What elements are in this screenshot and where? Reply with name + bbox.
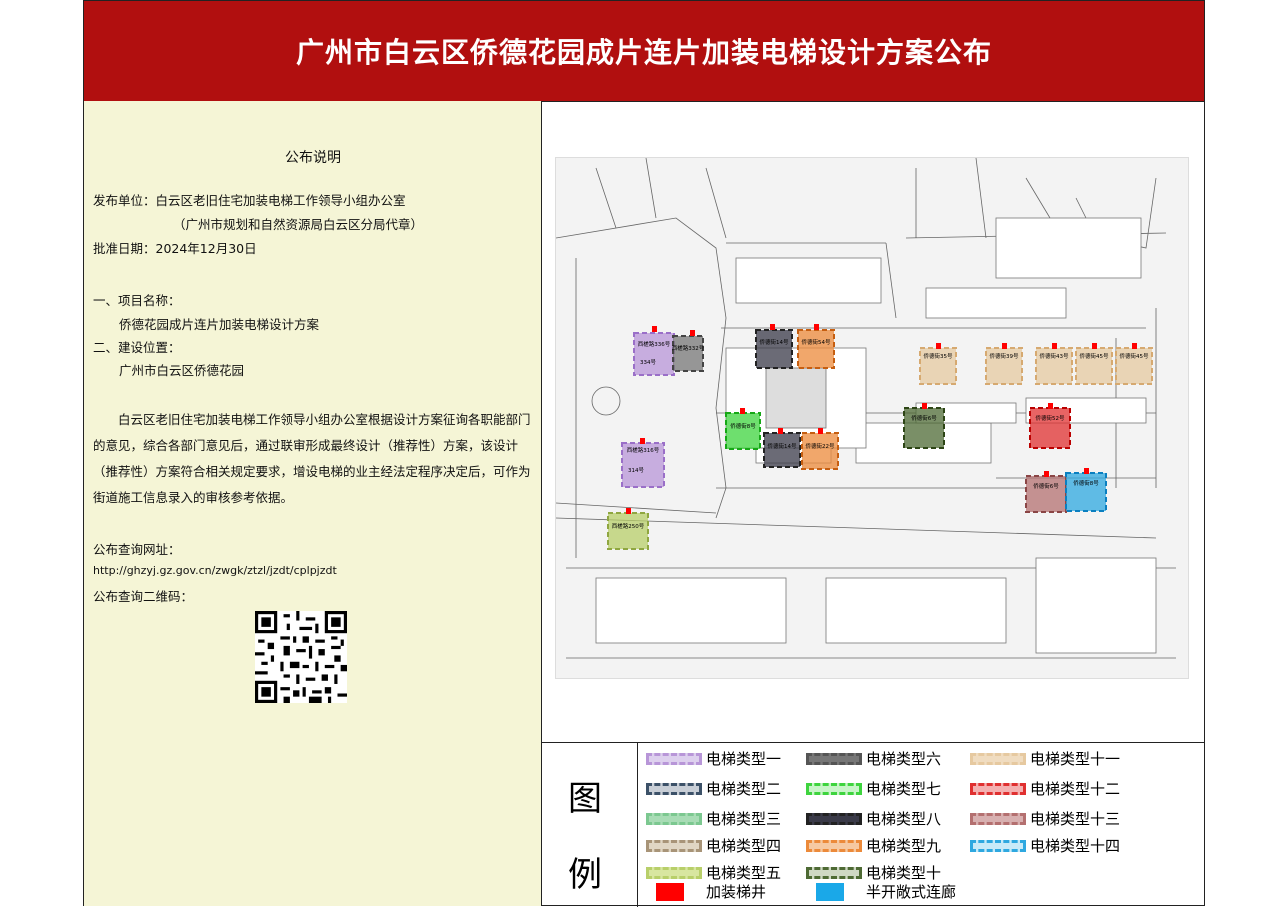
map-label: 西槎路316号 xyxy=(627,446,660,454)
legend-item: 电梯类型十 xyxy=(806,862,941,883)
legend-swatch xyxy=(970,752,1026,765)
notice-title: 公布说明 xyxy=(285,150,341,166)
location-value: 广州市白云区侨德花园 xyxy=(119,363,245,378)
map-label: 侨德街45号 xyxy=(1080,352,1109,360)
legend-label: 电梯类型十一 xyxy=(1030,750,1121,768)
page-title: 广州市白云区侨德花园成片连片加装电梯设计方案公布 xyxy=(295,36,992,69)
legend-item: 电梯类型五 xyxy=(646,862,781,883)
corridor-swatch xyxy=(816,882,844,901)
legend-swatch xyxy=(646,812,702,825)
legend-item-shaft: 加装梯井 xyxy=(646,881,766,902)
legend-label: 电梯类型四 xyxy=(706,837,782,855)
legend-swatch xyxy=(806,839,862,852)
title-bar: 广州市白云区侨德花园成片连片加装电梯设计方案公布 xyxy=(84,1,1204,102)
legend-item-corridor: 半开敞式连廊 xyxy=(806,881,956,902)
legend-label: 电梯类型十三 xyxy=(1030,810,1121,828)
legend-label: 电梯类型七 xyxy=(866,780,942,798)
legend-label: 加装梯井 xyxy=(706,883,767,901)
legend-label: 电梯类型六 xyxy=(866,750,942,768)
legend-heading-bottom: 例 xyxy=(568,855,602,895)
publisher-text: 发布单位：白云区老旧住宅加装电梯工作领导小组办公室 xyxy=(93,193,406,208)
site-plan-map: 西槎路336号 334号 西槎路332号 侨德街14号 侨德街54号 侨德街8号… xyxy=(555,157,1189,679)
legend-item: 电梯类型四 xyxy=(646,835,781,856)
notice-panel: 公布说明 发布单位：白云区老旧住宅加装电梯工作领导小组办公室 （广州市规划和自然… xyxy=(84,101,542,906)
legend-swatch xyxy=(646,782,702,795)
legend-swatch xyxy=(806,866,862,879)
shaft-swatch xyxy=(656,882,684,901)
notice-paragraph: 白云区老旧住宅加装电梯工作领导小组办公室根据设计方案征询各职能部门的意见，综合各… xyxy=(93,412,531,505)
legend-label: 电梯类型八 xyxy=(866,810,942,828)
legend-item: 电梯类型十一 xyxy=(970,748,1120,769)
legend-label: 电梯类型九 xyxy=(866,837,942,855)
legend-label: 电梯类型三 xyxy=(706,810,782,828)
map-label: 侨德街22号 xyxy=(806,442,835,450)
legend-item: 电梯类型六 xyxy=(806,748,941,769)
legend-swatch xyxy=(646,839,702,852)
map-label: 侨德街43号 xyxy=(1040,352,1069,360)
legend-item: 电梯类型九 xyxy=(806,835,941,856)
map-label: 侨德街39号 xyxy=(990,352,1019,360)
query-url-label: 公布查询网址： xyxy=(93,542,181,557)
map-label: 西槎路336号 xyxy=(638,340,671,348)
project-name-value: 侨德花园成片连片加装电梯设计方案 xyxy=(119,317,320,332)
legend-label: 电梯类型十 xyxy=(866,864,942,882)
location-label: 二、建设位置： xyxy=(93,340,181,355)
qr-code-icon xyxy=(255,611,347,703)
legend-label: 半开敞式连廊 xyxy=(866,883,957,901)
legend-swatch xyxy=(646,866,702,879)
poster-frame: 广州市白云区侨德花园成片连片加装电梯设计方案公布 公布说明 发布单位：白云区老旧… xyxy=(83,0,1205,907)
legend-label: 电梯类型二 xyxy=(706,780,782,798)
legend-swatch xyxy=(806,752,862,765)
map-label: 侨德街8号 xyxy=(730,422,756,430)
map-label: 314号 xyxy=(628,467,644,474)
map-label: 侨德街35号 xyxy=(924,352,953,360)
legend-item: 电梯类型一 xyxy=(646,748,781,769)
map-label: 侨德街52号 xyxy=(1036,414,1065,422)
legend-label: 电梯类型一 xyxy=(706,750,782,768)
legend-label: 电梯类型十四 xyxy=(1030,837,1121,855)
legend-swatch xyxy=(970,839,1026,852)
legend-item: 电梯类型十四 xyxy=(970,835,1120,856)
legend-swatch xyxy=(806,812,862,825)
legend-heading: 图 例 xyxy=(542,743,638,907)
publisher-sub-text: （广州市规划和自然资源局白云区分局代章） xyxy=(173,217,424,232)
plan-panel: 西槎路336号 334号 西槎路332号 侨德街14号 侨德街54号 侨德街8号… xyxy=(542,101,1205,907)
legend-swatch xyxy=(970,782,1026,795)
legend-swatch xyxy=(806,782,862,795)
legend-item: 电梯类型二 xyxy=(646,778,781,799)
map-label: 侨德街6号 xyxy=(1033,482,1059,490)
legend-label: 电梯类型五 xyxy=(706,864,782,882)
legend-item: 电梯类型七 xyxy=(806,778,941,799)
legend-item: 电梯类型八 xyxy=(806,808,941,829)
map-label: 西槎路332号 xyxy=(672,344,705,352)
legend-swatch xyxy=(970,812,1026,825)
query-url-link[interactable]: http://ghzyj.gz.gov.cn/zwgk/ztzl/jzdt/cp… xyxy=(93,564,337,577)
map-label: 侨德街14号 xyxy=(760,338,789,346)
map-label: 侨德街54号 xyxy=(802,338,831,346)
map-label: 334号 xyxy=(640,359,656,366)
legend-item: 电梯类型十二 xyxy=(970,778,1120,799)
legend-item: 电梯类型十三 xyxy=(970,808,1120,829)
legend-swatch xyxy=(646,752,702,765)
map-label: 侨德街8号 xyxy=(1073,479,1099,487)
map-label: 西槎路250号 xyxy=(612,522,645,530)
legend-heading-top: 图 xyxy=(568,779,602,819)
map-label: 侨德街14号 xyxy=(768,442,797,450)
legend: 图 例 电梯类型一 电梯类型二 电梯类型三 电梯类型四 电梯类型五 电梯类型六 … xyxy=(542,742,1205,907)
legend-item: 电梯类型三 xyxy=(646,808,781,829)
qr-label: 公布查询二维码： xyxy=(93,589,194,604)
map-label: 侨德街6号 xyxy=(911,414,937,422)
map-label: 侨德街45号 xyxy=(1120,352,1149,360)
project-name-label: 一、项目名称： xyxy=(93,293,181,308)
legend-label: 电梯类型十二 xyxy=(1030,780,1121,798)
approval-date: 批准日期：2024年12月30日 xyxy=(93,241,257,256)
